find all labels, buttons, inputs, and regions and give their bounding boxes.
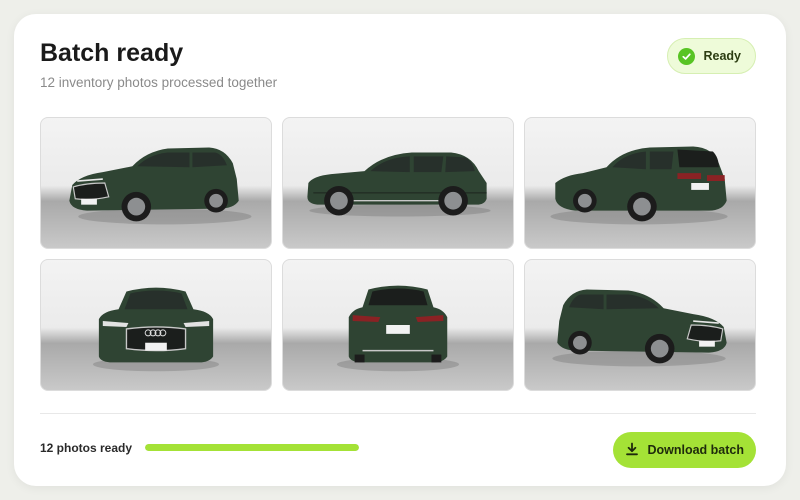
status-badge: Ready — [667, 38, 756, 74]
car-photo-side[interactable] — [282, 117, 514, 249]
download-batch-label: Download batch — [647, 443, 744, 457]
car-image — [69, 147, 252, 225]
car-photo-front-left[interactable] — [40, 117, 272, 249]
photo-grid — [40, 117, 756, 391]
car-image — [550, 146, 728, 225]
car-image — [336, 285, 460, 372]
car-image — [552, 289, 727, 367]
progress-label: 12 photos ready — [40, 441, 133, 455]
car-photo-front[interactable] — [40, 259, 272, 391]
progress-bar-fill — [145, 444, 359, 451]
download-batch-button[interactable]: Download batch — [613, 432, 756, 468]
page-subtitle: 12 inventory photos processed together — [40, 75, 278, 90]
progress-bar — [145, 444, 359, 451]
download-icon — [625, 442, 639, 459]
car-photo-rear-left[interactable] — [524, 117, 756, 249]
status-badge-label: Ready — [703, 49, 741, 63]
check-circle-icon — [678, 47, 696, 65]
car-image — [307, 152, 491, 217]
footer-divider — [40, 413, 756, 414]
batch-card: Batch ready 12 inventory photos processe… — [14, 14, 786, 486]
car-photo-front-right[interactable] — [524, 259, 756, 391]
car-image — [92, 287, 220, 372]
car-photo-rear[interactable] — [282, 259, 514, 391]
page-title: Batch ready — [40, 39, 184, 67]
